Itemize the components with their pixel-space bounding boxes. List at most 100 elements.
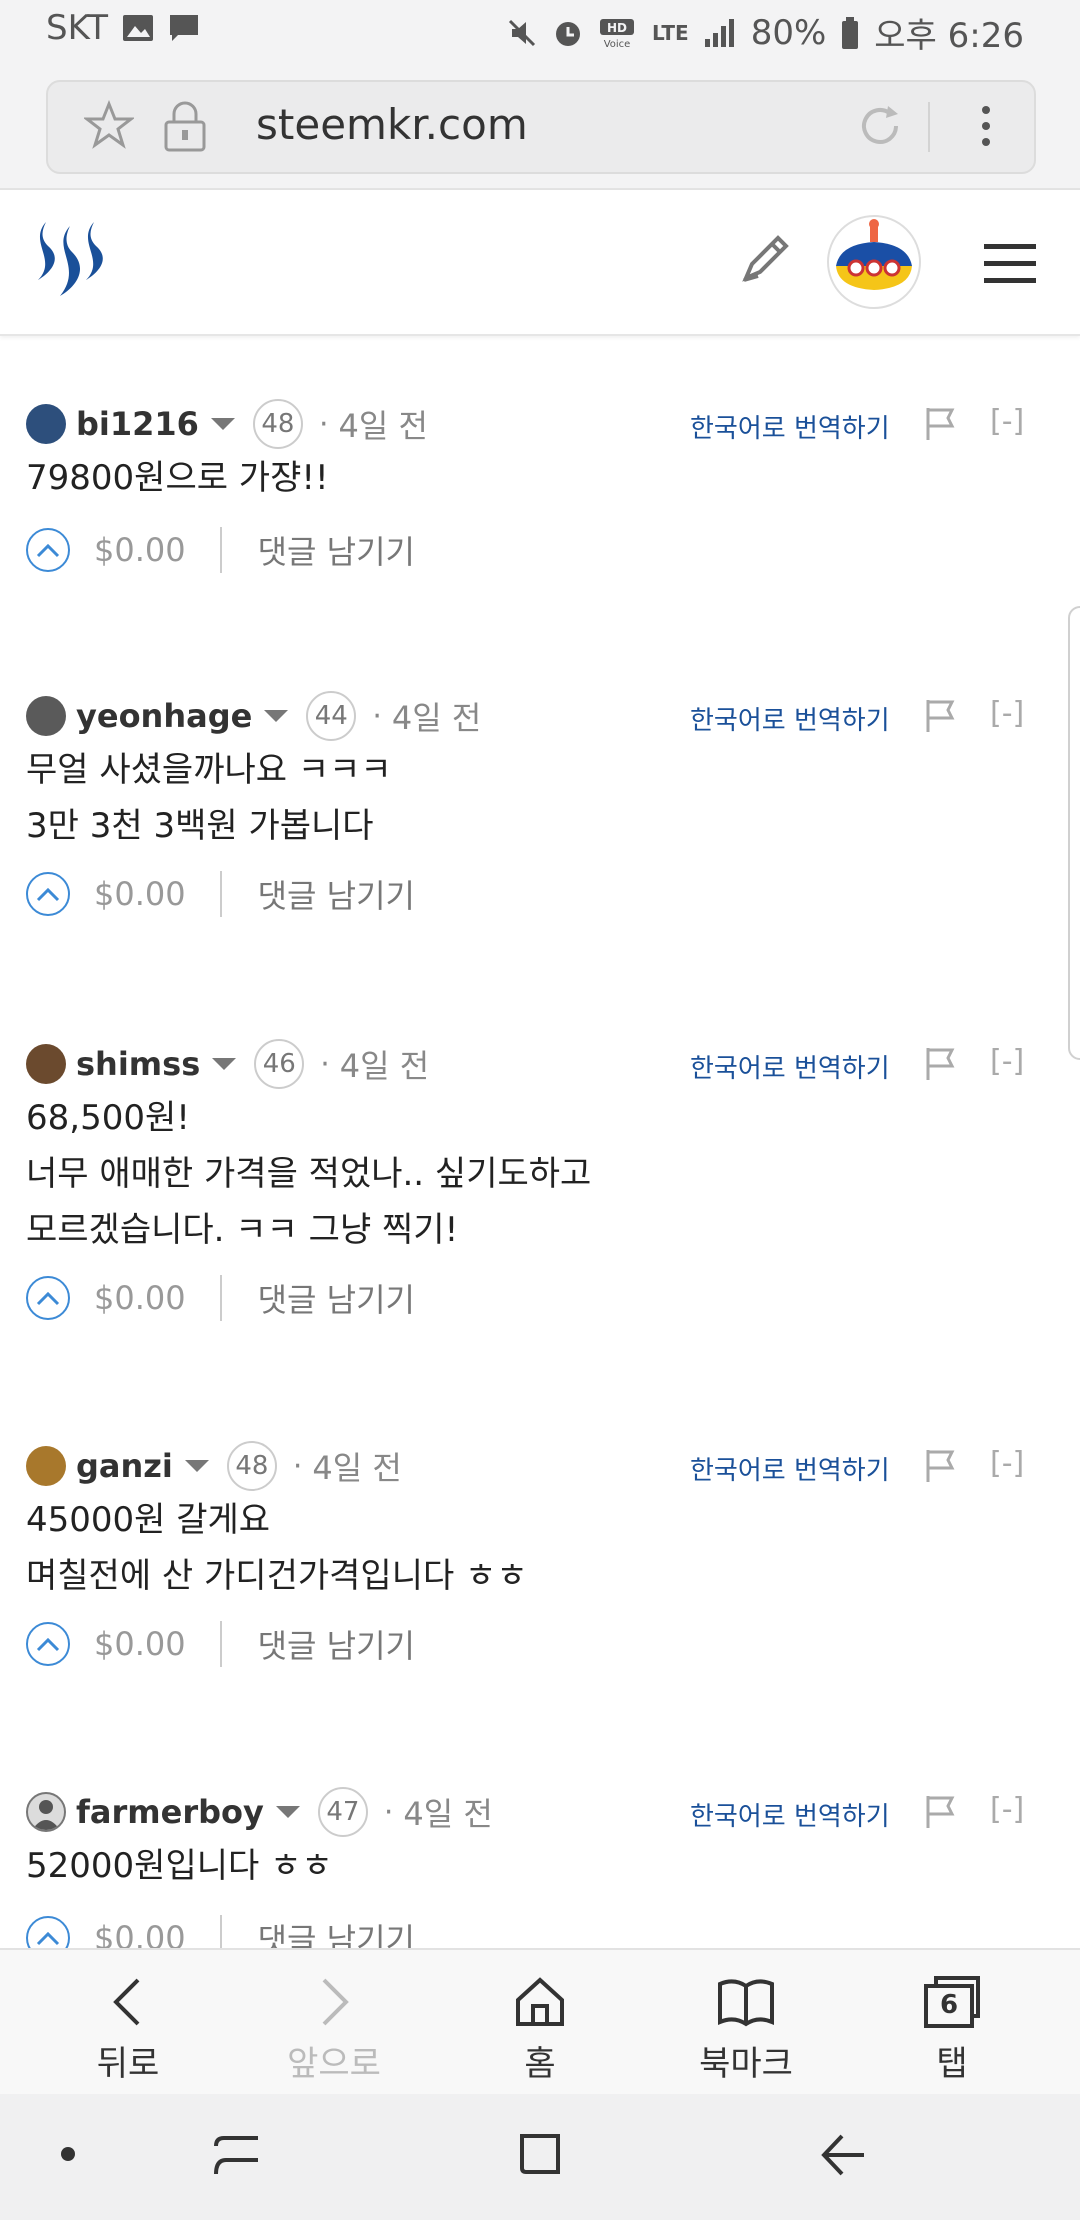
browser-toolbar: 뒤로 앞으로 홈 북마크 6 탭 [0, 1948, 1080, 2096]
translate-link[interactable]: 한국어로 번역하기 [690, 1048, 890, 1085]
commenter-avatar[interactable] [26, 1792, 66, 1832]
collapse-toggle[interactable]: [-] [990, 696, 1024, 731]
payout-value[interactable]: $0.00 [94, 531, 186, 569]
separator-dot: · [383, 1794, 394, 1830]
user-avatar[interactable] [826, 214, 922, 310]
payout-value[interactable]: $0.00 [94, 1625, 186, 1663]
nav-dot-icon[interactable] [58, 2144, 78, 2164]
mute-icon [508, 19, 536, 46]
reply-link[interactable]: 댓글 남기기 [258, 1621, 415, 1667]
flag-icon[interactable] [924, 1794, 958, 1830]
battery-percent: 80% [750, 12, 827, 53]
carrier-label: SKT [46, 8, 109, 48]
footer-divider [219, 1275, 222, 1321]
back-button[interactable]: 뒤로 [58, 1950, 198, 2096]
author-dropdown-caret-icon[interactable] [212, 1058, 237, 1070]
reply-link[interactable]: 댓글 남기기 [258, 1275, 415, 1321]
comment-time[interactable]: 4일 전 [312, 1443, 401, 1489]
comment-author[interactable]: ganzi [76, 1447, 173, 1485]
comment-body: 45000원 갈게요 며칠전에 산 가디건가격입니다 ㅎㅎ [26, 1492, 528, 1604]
chevron-up-icon [36, 1637, 60, 1652]
signal-icon [704, 18, 734, 47]
upvote-button[interactable] [26, 872, 70, 916]
bookmark-star-icon[interactable] [84, 100, 134, 150]
reply-link[interactable]: 댓글 남기기 [258, 871, 415, 917]
battery-icon [842, 16, 859, 49]
more-options-icon[interactable] [978, 100, 994, 152]
payout-value[interactable]: $0.00 [94, 875, 186, 913]
steem-logo-icon[interactable] [24, 216, 116, 308]
comment-time[interactable]: 4일 전 [338, 401, 427, 447]
author-dropdown-caret-icon[interactable] [210, 418, 235, 430]
recents-icon[interactable] [212, 2130, 264, 2180]
commenter-avatar[interactable] [26, 404, 66, 444]
flag-icon[interactable] [924, 698, 958, 734]
footer-divider [219, 527, 222, 573]
translate-link[interactable]: 한국어로 번역하기 [690, 700, 890, 737]
address-bar[interactable]: steemkr.com [46, 80, 1036, 174]
reply-link[interactable]: 댓글 남기기 [258, 527, 415, 573]
author-dropdown-caret-icon[interactable] [275, 1806, 300, 1818]
commenter-avatar[interactable] [26, 1446, 66, 1486]
image-notification-icon [123, 15, 154, 41]
svg-text:Voice: Voice [604, 39, 631, 49]
flag-icon[interactable] [924, 1448, 958, 1484]
comment-author[interactable]: bi1216 [76, 405, 199, 443]
translate-link[interactable]: 한국어로 번역하기 [690, 1796, 890, 1833]
chevron-up-icon [36, 1291, 60, 1306]
upvote-button[interactable] [26, 1276, 70, 1320]
bookmarks-button[interactable]: 북마크 [676, 1950, 816, 2096]
author-dropdown-caret-icon[interactable] [264, 710, 289, 722]
separator-dot: · [292, 1448, 303, 1484]
flag-icon[interactable] [924, 406, 958, 442]
tab-count: 6 [939, 1990, 959, 2020]
commenter-avatar[interactable] [26, 696, 66, 736]
comment-time[interactable]: 4일 전 [340, 1041, 429, 1087]
tabs-button[interactable]: 6 탭 [882, 1950, 1022, 2096]
comment-line: 너무 애매한 가격을 적었나.. 싶기도하고 [26, 1154, 592, 1194]
home-nav-icon[interactable] [516, 2128, 566, 2178]
comment-author[interactable]: farmerboy [76, 1793, 264, 1831]
flag-icon[interactable] [924, 1046, 958, 1082]
author-dropdown-caret-icon[interactable] [184, 1460, 209, 1472]
comment-line: 3만 3천 3백원 가봅니다 [26, 806, 374, 846]
back-nav-icon[interactable] [818, 2132, 870, 2178]
reputation-badge: 44 [306, 691, 357, 741]
chevron-right-icon [322, 1978, 349, 2026]
upvote-button[interactable] [26, 528, 70, 572]
comment-time[interactable]: 4일 전 [392, 693, 481, 739]
collapse-toggle[interactable]: [-] [990, 1792, 1024, 1827]
comment-line: 52000원입니다 ㅎㅎ [26, 1846, 333, 1886]
commenter-avatar[interactable] [26, 1044, 66, 1084]
comment-footer: $0.00 댓글 남기기 [26, 866, 415, 922]
write-post-icon[interactable] [738, 230, 794, 286]
comment-line: 79800원으로 가쟝!! [26, 458, 329, 498]
separator-dot: · [372, 698, 382, 734]
default-avatar-icon [32, 1800, 60, 1830]
comment-body: 무얼 사셨을까나요 ㅋㅋㅋ 3만 3천 3백원 가봅니다 [26, 742, 392, 854]
collapse-toggle[interactable]: [-] [990, 1446, 1024, 1481]
scrollbar-thumb[interactable] [1068, 606, 1080, 1060]
bookmarks-label: 북마크 [699, 2044, 793, 2084]
home-button[interactable]: 홈 [470, 1950, 610, 2096]
payout-value[interactable]: $0.00 [94, 1279, 186, 1317]
collapse-toggle[interactable]: [-] [990, 1044, 1024, 1079]
comment-time[interactable]: 4일 전 [403, 1789, 492, 1835]
comment-item: ganzi 48 · 4일 전 한국어로 번역하기 [-] 45000원 갈게요… [0, 1438, 1080, 1698]
translate-link[interactable]: 한국어로 번역하기 [690, 408, 890, 445]
comment-author[interactable]: yeonhage [76, 697, 252, 735]
upvote-button[interactable] [26, 1622, 70, 1666]
hamburger-menu-icon[interactable] [982, 242, 1038, 286]
forward-button[interactable]: 앞으로 [264, 1950, 404, 2096]
comment-author[interactable]: shimss [76, 1045, 200, 1083]
url-text[interactable]: steemkr.com [256, 100, 528, 149]
status-bar: SKT HD Voice LTE 80% 오후 6:26 [0, 0, 1080, 62]
home-icon [516, 1977, 564, 2026]
separator-dot: · [320, 1046, 330, 1082]
chevron-up-icon [36, 543, 60, 558]
reload-icon[interactable] [854, 100, 906, 152]
comment-body: 79800원으로 가쟝!! [26, 450, 329, 506]
translate-link[interactable]: 한국어로 번역하기 [690, 1450, 890, 1487]
collapse-toggle[interactable]: [-] [990, 404, 1024, 439]
reputation-badge: 47 [317, 1787, 368, 1837]
